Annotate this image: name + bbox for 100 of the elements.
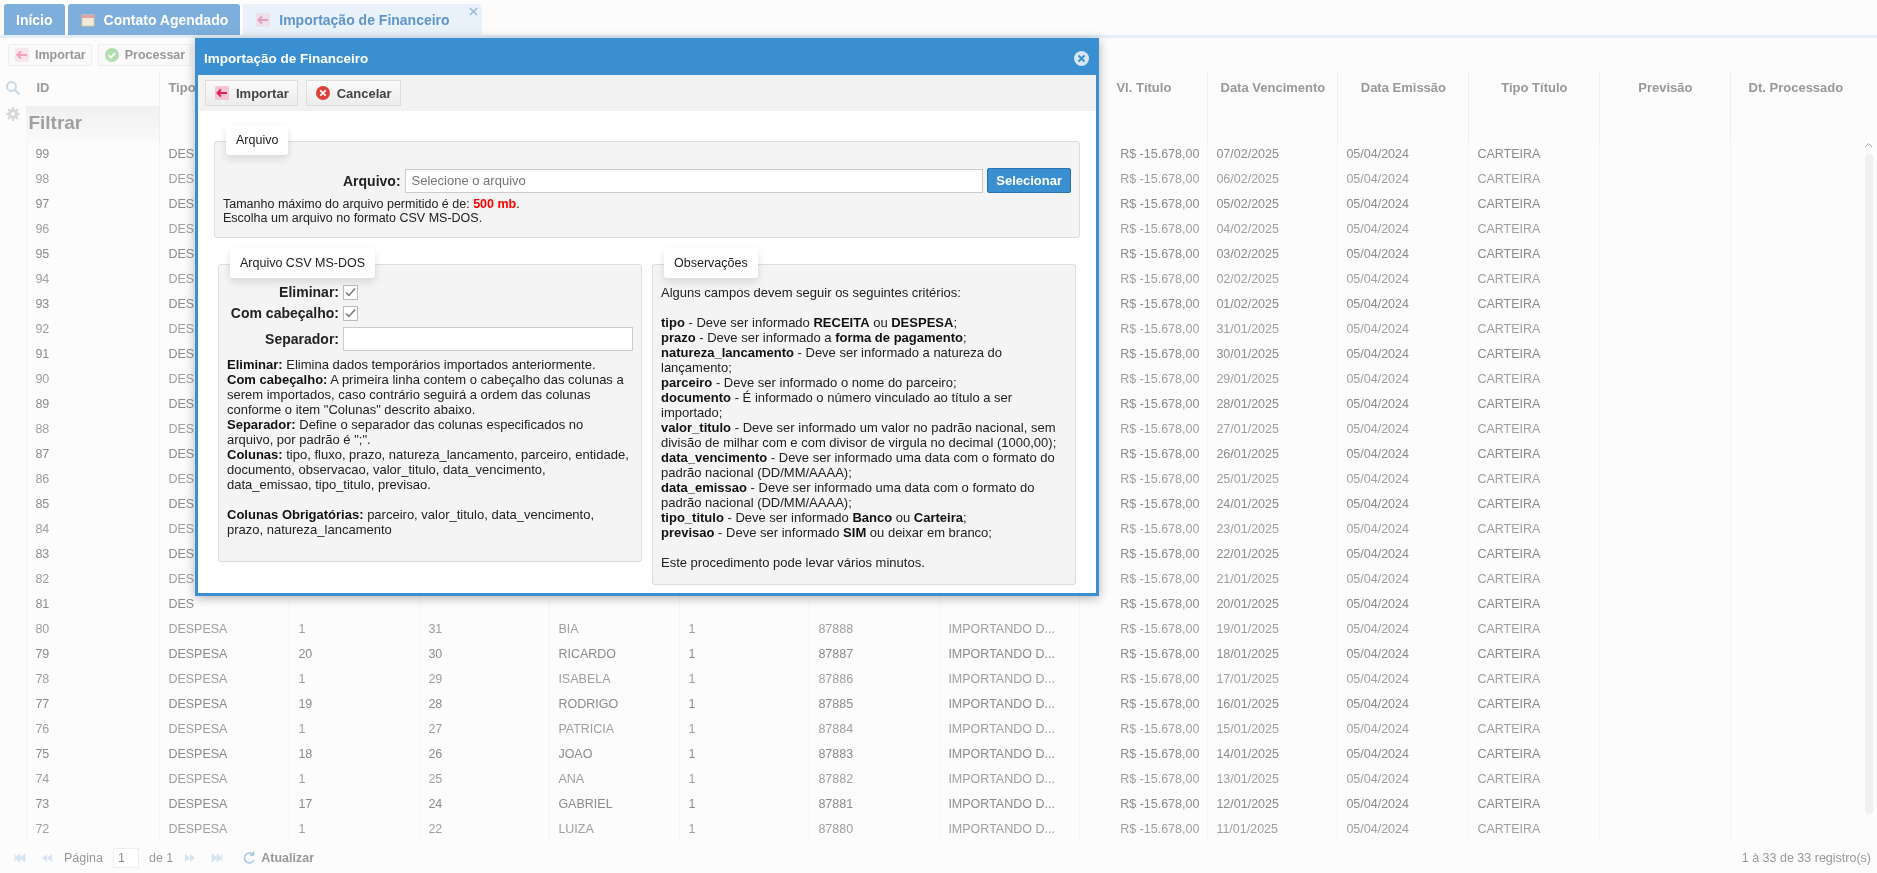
- refresh-button[interactable]: Atualizar: [235, 849, 321, 867]
- table-cell: 05/04/2024: [1337, 717, 1469, 742]
- help-text: tipo - Deve ser informado RECEITA ou DESPESA;: [661, 315, 958, 330]
- table-cell: 1: [289, 617, 420, 642]
- check-circle-icon: [103, 47, 120, 63]
- table-cell: 12/01/2025: [1207, 792, 1338, 817]
- help-text: data_vencimento - Deve ser informado uma data com o formato do padrão nacional (DD/MM/AAAA);: [661, 450, 1056, 480]
- table-cell: 87881: [809, 792, 940, 817]
- table-cell: 87883: [809, 742, 940, 767]
- table-cell: DESPESA: [159, 742, 290, 767]
- table-cell: R$ -15.678,00: [1079, 742, 1208, 767]
- tab[interactable]: Contato Agendado: [67, 4, 241, 35]
- scroll-up-icon[interactable]: [1864, 142, 1874, 148]
- table-cell: 05/04/2024: [1337, 467, 1469, 492]
- settings-icon[interactable]: [5, 106, 22, 122]
- toolbar-button[interactable]: Processar: [97, 44, 192, 66]
- table-cell: DESPESA: [159, 817, 290, 842]
- help-text: Este procedimento pode levar vários minutos.: [661, 555, 926, 570]
- file-input[interactable]: Selecione o arquivo: [404, 168, 984, 193]
- table-cell: 84: [26, 517, 160, 542]
- field-label: Arquivo:: [343, 172, 401, 189]
- close-icon[interactable]: [1073, 49, 1090, 67]
- table-cell: 98: [26, 167, 160, 192]
- table-cell: 20: [289, 642, 420, 667]
- table-cell: 87884: [809, 717, 940, 742]
- table-cell: 21/01/2025: [1207, 567, 1338, 592]
- table-cell: 82: [26, 567, 160, 592]
- table-cell: 74: [26, 767, 160, 792]
- help-text: previsao - Deve ser informado SIM ou deixar em branco;: [661, 525, 993, 540]
- table-cell: 1: [679, 617, 810, 642]
- table-cell: RICARDO: [549, 642, 680, 667]
- table-cell: 72: [26, 817, 160, 842]
- select-button[interactable]: Selecionar: [987, 168, 1071, 193]
- table-cell: CARTEIRA: [1468, 392, 1600, 417]
- column-header: Data Vencimento: [1207, 72, 1338, 142]
- table-cell: 86: [26, 467, 160, 492]
- table-cell: 90: [26, 367, 160, 392]
- table-cell: 05/04/2024: [1337, 417, 1469, 442]
- table-cell: 27/01/2025: [1207, 417, 1338, 442]
- tab[interactable]: Início: [4, 4, 65, 35]
- help-text: parceiro - Deve ser informado o nome do parceiro;: [661, 375, 958, 390]
- page-total: de 1: [148, 851, 174, 865]
- checkbox[interactable]: [343, 285, 358, 300]
- toolbar-button[interactable]: Importar: [8, 44, 92, 66]
- table-cell: 77: [26, 692, 160, 717]
- page-label: Página: [64, 851, 103, 865]
- table-cell: 05/04/2024: [1337, 642, 1469, 667]
- table-cell: 11/01/2025: [1207, 817, 1338, 842]
- help-text: tipo_titulo - Deve ser informado Banco ou Carteira;: [661, 510, 968, 525]
- table-cell: 03/02/2025: [1207, 242, 1338, 267]
- table-cell: 1: [679, 817, 810, 842]
- checkbox[interactable]: [343, 306, 358, 321]
- table-cell: JOAO: [549, 742, 680, 767]
- help-text: prazo - Deve ser informado a forma de pagamento;: [661, 330, 968, 345]
- table-cell: 87: [26, 442, 160, 467]
- table-cell: 78: [26, 667, 160, 692]
- table-cell: 28/01/2025: [1207, 392, 1338, 417]
- toolbar-button[interactable]: Cancelar: [305, 80, 401, 106]
- table-cell: 31: [419, 617, 550, 642]
- table-cell: IMPORTANDO D...: [939, 742, 1080, 767]
- column-header: Data Emissão: [1337, 72, 1469, 142]
- table-cell: 20/01/2025: [1207, 592, 1338, 617]
- page-input[interactable]: 1: [112, 848, 139, 868]
- table-cell: 76: [26, 717, 160, 742]
- table-cell: DESPESA: [159, 717, 290, 742]
- table-cell: 18/01/2025: [1207, 642, 1338, 667]
- table-cell: CARTEIRA: [1468, 692, 1600, 717]
- close-icon[interactable]: [468, 7, 478, 16]
- separator-input[interactable]: [343, 327, 633, 351]
- table-cell: 05/04/2024: [1337, 742, 1469, 767]
- table-cell: 30: [419, 642, 550, 667]
- table-cell: 05/04/2024: [1337, 142, 1469, 167]
- table-cell: 05/04/2024: [1337, 517, 1469, 542]
- record-count: 1 à 33 de 33 registro(s): [1741, 851, 1872, 865]
- toolbar-button[interactable]: Importar: [205, 80, 298, 106]
- table-cell: 89: [26, 392, 160, 417]
- tab[interactable]: Importação de Financeiro: [243, 4, 482, 35]
- table-cell: 85: [26, 492, 160, 517]
- table-cell: 02/02/2025: [1207, 267, 1338, 292]
- table-cell: 05/04/2024: [1337, 292, 1469, 317]
- search-icon[interactable]: [5, 80, 22, 96]
- table-cell: 28: [419, 692, 550, 717]
- table-cell: 19/01/2025: [1207, 617, 1338, 642]
- table-cell: 05/04/2024: [1337, 492, 1469, 517]
- table-cell: 1: [289, 717, 420, 742]
- table-cell: ISABELA: [549, 667, 680, 692]
- table-cell: 22/01/2025: [1207, 542, 1338, 567]
- table-cell: CARTEIRA: [1468, 642, 1600, 667]
- table-cell: DESPESA: [159, 767, 290, 792]
- help-text: documento - É informado o número vinculado ao título a ser importado;: [661, 390, 1014, 420]
- arrow-left-icon: [214, 85, 230, 101]
- table-cell: 05/04/2024: [1337, 192, 1469, 217]
- table-cell: 25: [419, 767, 550, 792]
- table-cell: CARTEIRA: [1468, 242, 1600, 267]
- table-cell: IMPORTANDO D...: [939, 817, 1080, 842]
- table-cell: 05/04/2024: [1337, 667, 1469, 692]
- section-legend: Observações: [664, 248, 758, 278]
- section-legend: Arquivo: [226, 125, 289, 155]
- table-cell: CARTEIRA: [1468, 542, 1600, 567]
- table-cell: 81: [26, 592, 160, 617]
